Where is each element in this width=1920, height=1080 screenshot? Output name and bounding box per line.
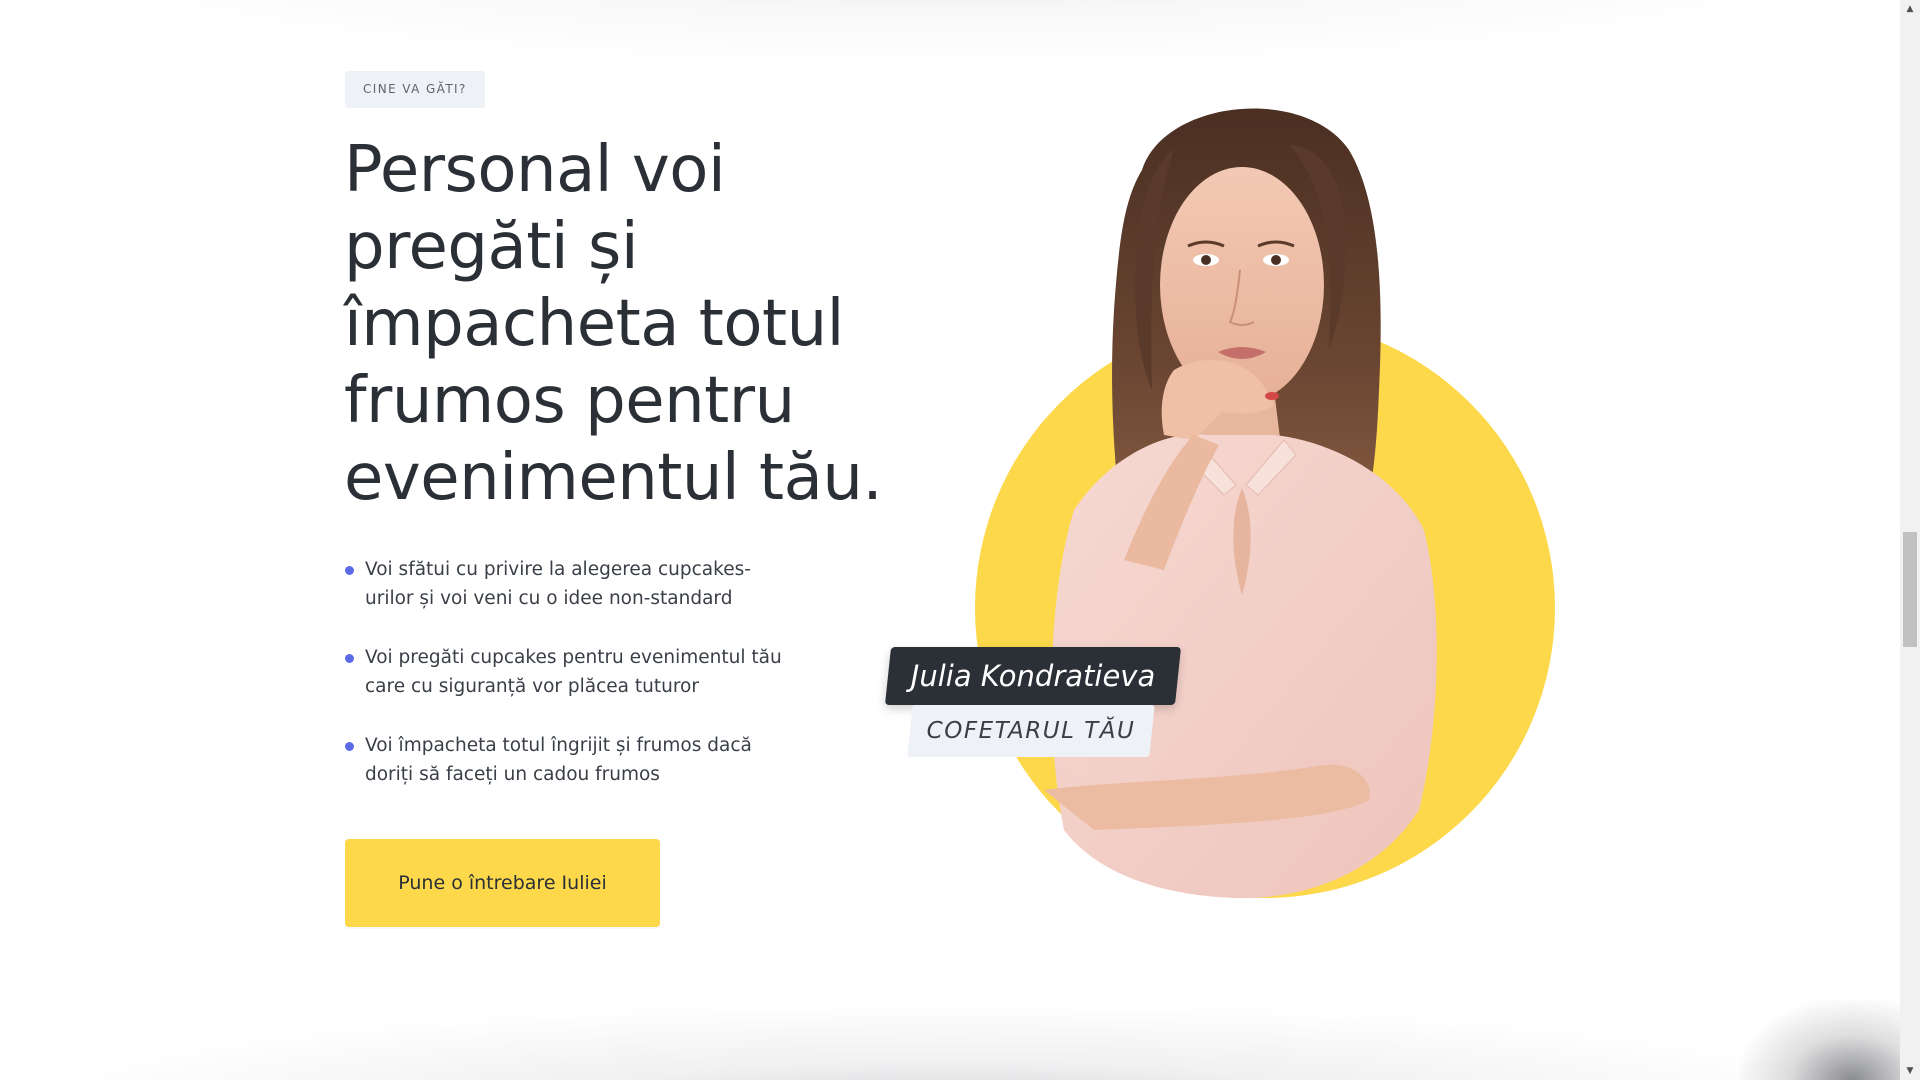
bottom-haze-decoration: [0, 1000, 1900, 1080]
person-name: Julia Kondratieva: [910, 659, 1156, 693]
confectioner-portrait: [975, 108, 1555, 899]
benefit-text: Voi sfătui cu privire la alegerea cupcak…: [365, 559, 751, 609]
bullet-dot-icon: [345, 742, 354, 751]
benefit-item: Voi împacheta totul îngrijit și frumos d…: [345, 731, 785, 789]
ask-julia-button[interactable]: Pune o întrebare Iuliei: [345, 839, 660, 927]
benefit-text: Voi pregăti cupcakes pentru evenimentul …: [365, 647, 782, 697]
section-heading: Personal voi pregăti și împacheta totul …: [344, 133, 883, 515]
scroll-down-arrow-icon[interactable]: ▼: [1903, 1064, 1917, 1078]
scrollbar-thumb[interactable]: [1903, 532, 1917, 647]
page: CINE VA GĂTI? Personal voi pregăti și îm…: [0, 0, 1920, 1080]
benefits-list: Voi sfătui cu privire la alegerea cupcak…: [345, 555, 785, 819]
top-haze-decoration: [0, 0, 1900, 70]
benefit-item: Voi pregăti cupcakes pentru evenimentul …: [345, 643, 785, 701]
section-eyebrow-tag: CINE VA GĂTI?: [345, 71, 485, 108]
bottom-right-haze-decoration: [1740, 1000, 1900, 1080]
benefit-text: Voi împacheta totul îngrijit și frumos d…: [365, 735, 752, 785]
benefit-item: Voi sfătui cu privire la alegerea cupcak…: [345, 555, 785, 613]
person-role: COFETARUL TĂU: [926, 718, 1136, 744]
bullet-dot-icon: [345, 566, 354, 575]
scroll-up-arrow-icon[interactable]: ▲: [1903, 2, 1917, 16]
bullet-dot-icon: [345, 654, 354, 663]
